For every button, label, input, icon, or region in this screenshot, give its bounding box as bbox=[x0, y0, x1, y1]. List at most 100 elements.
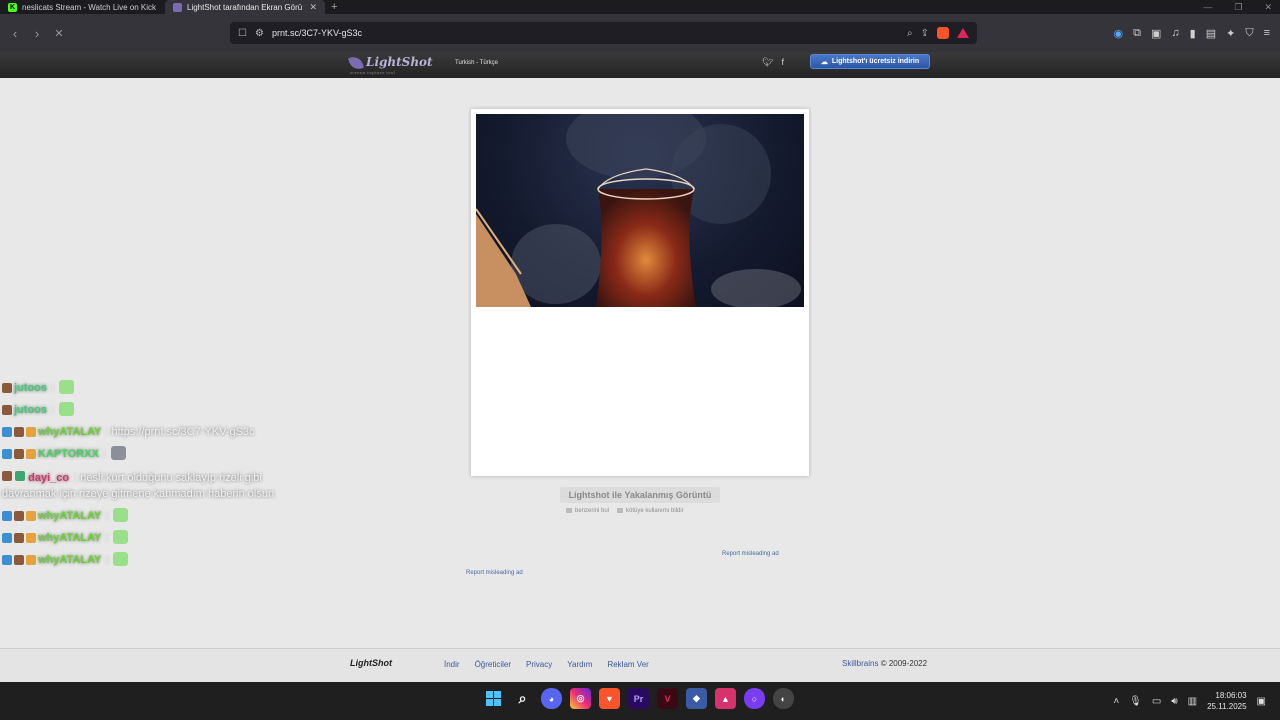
close-tab-icon[interactable]: ✕ bbox=[309, 2, 317, 13]
back-icon[interactable]: ‹ bbox=[4, 26, 26, 41]
emote-icon bbox=[113, 530, 129, 544]
facebook-icon[interactable]: f bbox=[781, 57, 784, 68]
badge-icon bbox=[2, 511, 12, 521]
screenshot-caption: Lightshot ile Yakalanmış Görüntü bbox=[560, 487, 720, 503]
toolbar-actions: ◉ ⧉ ▣ ♫ ▮ ▤ ✦ ⛉ ≡ bbox=[1114, 14, 1270, 52]
chat-message: jutoos : bbox=[2, 380, 302, 396]
volume-icon[interactable]: 🔊︎ bbox=[1171, 696, 1177, 707]
battery-icon[interactable]: ▥ bbox=[1188, 696, 1197, 707]
report-ad-link[interactable]: Report misleading ad bbox=[722, 551, 779, 557]
download-button[interactable]: ☁ Lightshot'ı ücretsiz indirin bbox=[810, 54, 930, 69]
chat-text: : bbox=[51, 382, 55, 394]
taskbar-apps: ⌕ ◕ ◎ ▼ Pr V ◆ ▲ ○ ◐ bbox=[483, 688, 794, 709]
app-icon[interactable]: ○ bbox=[744, 688, 765, 709]
feather-icon bbox=[347, 53, 365, 72]
chat-text: : bbox=[105, 532, 109, 544]
media-icon[interactable]: ♫ bbox=[1171, 27, 1179, 39]
chevron-up-icon[interactable]: ˄ bbox=[1113, 696, 1119, 707]
brave-icon[interactable]: ▼ bbox=[599, 688, 620, 709]
lightshot-logo[interactable]: LightShot screen capture tool bbox=[347, 53, 433, 75]
badge-icon bbox=[26, 533, 36, 543]
search-icon[interactable]: ⌕ bbox=[512, 688, 533, 709]
stop-icon[interactable]: ✕ bbox=[48, 27, 70, 40]
leo-ai-icon[interactable]: ✦ bbox=[1226, 27, 1235, 40]
brave-rewards-icon[interactable] bbox=[957, 28, 969, 38]
language-selector[interactable]: Turkish - Türkçe bbox=[452, 58, 501, 68]
bookmark-icon[interactable]: ☐ bbox=[238, 28, 247, 39]
badge-icon bbox=[14, 511, 24, 521]
chat-message: dayi_co : nesli kürt olduğunu saklayıp r… bbox=[2, 468, 302, 502]
twitter-icon[interactable]: 🐦︎ bbox=[762, 57, 773, 68]
chat-message: whyATALAY : https://prnt.sc/3C7-YKV-gS3c bbox=[2, 424, 302, 440]
instagram-icon[interactable]: ◎ bbox=[570, 688, 591, 709]
network-icon[interactable]: ▭ bbox=[1152, 696, 1161, 707]
restore-icon[interactable]: ❐ bbox=[1234, 2, 1242, 13]
valorant-icon[interactable]: V bbox=[657, 688, 678, 709]
chat-message: KAPTORXX : bbox=[2, 446, 302, 462]
chat-message: whyATALAY : bbox=[2, 530, 302, 546]
footer-link-advertise[interactable]: Reklam Ver bbox=[607, 660, 648, 669]
footer-link-help[interactable]: Yardım bbox=[567, 660, 592, 669]
tab-lightshot[interactable]: LightShot tarafından Ekran Görü ✕ bbox=[165, 0, 325, 14]
badge-icon bbox=[2, 427, 12, 437]
badge-icon bbox=[14, 555, 24, 565]
wallet-icon[interactable]: ▤ bbox=[1206, 27, 1216, 40]
tab-strip: K neslicats Stream - Watch Live on Kick … bbox=[0, 0, 1280, 14]
minimize-icon[interactable]: — bbox=[1203, 2, 1212, 12]
discord-icon[interactable]: ◕ bbox=[541, 688, 562, 709]
report-ad-link[interactable]: Report misleading ad bbox=[466, 570, 523, 576]
copyright: Skillbrains © 2009-2022 bbox=[842, 659, 928, 668]
address-bar[interactable]: ☐ ⚙ prnt.sc/3C7-YKV-gS3c ⌕ ⇪ bbox=[230, 22, 977, 44]
window-controls: — ❐ ✕ bbox=[1203, 0, 1272, 14]
app-icon[interactable]: ◆ bbox=[686, 688, 707, 709]
close-window-icon[interactable]: ✕ bbox=[1264, 2, 1272, 13]
brave-shields-icon[interactable] bbox=[937, 27, 949, 39]
find-similar-link[interactable]: benzerini bul bbox=[566, 508, 609, 514]
start-icon[interactable] bbox=[483, 688, 504, 709]
forward-icon[interactable]: › bbox=[26, 26, 48, 41]
screenshot-icon[interactable]: ▣ bbox=[1151, 27, 1161, 40]
system-tray: ˄ 🎙︎ ▭ 🔊︎ ▥ 18:06:03 25.11.2025 ▣ bbox=[1113, 690, 1266, 712]
badge-icon bbox=[2, 383, 12, 393]
badge-icon bbox=[26, 511, 36, 521]
site-settings-icon[interactable]: ⚙ bbox=[255, 28, 264, 39]
lightshot-page: LightShot screen capture tool Turkish - … bbox=[0, 52, 1280, 682]
emote-icon bbox=[113, 552, 129, 566]
chat-text: : bbox=[102, 448, 106, 460]
badge-icon bbox=[14, 449, 24, 459]
clock[interactable]: 18:06:03 25.11.2025 bbox=[1207, 690, 1246, 712]
notification-icon[interactable]: ▣ bbox=[1257, 696, 1266, 707]
lightshot-icon bbox=[173, 2, 182, 12]
menu-icon[interactable]: ≡ bbox=[1264, 27, 1270, 39]
extensions-icon[interactable]: ⧉ bbox=[1133, 27, 1141, 40]
zoom-icon[interactable]: ⌕ bbox=[907, 28, 913, 39]
report-abuse-link[interactable]: kötüye kullanımı bildir bbox=[617, 508, 684, 514]
new-tab-button[interactable]: + bbox=[325, 1, 343, 13]
badge-icon bbox=[15, 471, 26, 481]
url-text[interactable]: prnt.sc/3C7-YKV-gS3c bbox=[272, 28, 899, 38]
image-actions: benzerini bul kötüye kullanımı bildir bbox=[566, 508, 684, 514]
chat-username: jutoos bbox=[14, 404, 47, 416]
footer: LightShot İndir Öğreticiler Privacy Yard… bbox=[0, 648, 1280, 682]
footer-link-tutorials[interactable]: Öğreticiler bbox=[475, 660, 511, 669]
microphone-icon[interactable]: 🎙︎ bbox=[1129, 696, 1142, 707]
tab-kick[interactable]: K neslicats Stream - Watch Live on Kick bbox=[0, 0, 165, 14]
screenshot-frame bbox=[471, 109, 809, 476]
chat-message: whyATALAY : bbox=[2, 508, 302, 524]
screenshot-image[interactable] bbox=[476, 114, 804, 307]
badge-icon bbox=[26, 449, 36, 459]
audio-playing-icon[interactable]: ◉ bbox=[1114, 27, 1124, 40]
sidebar-icon[interactable]: ▮ bbox=[1190, 27, 1196, 40]
app-icon[interactable]: ▲ bbox=[715, 688, 736, 709]
footer-logo[interactable]: LightShot bbox=[350, 658, 392, 668]
vpn-icon[interactable]: ⛉ bbox=[1245, 27, 1253, 40]
obs-icon[interactable]: ◐ bbox=[773, 688, 794, 709]
footer-link-privacy[interactable]: Privacy bbox=[526, 660, 552, 669]
chat-message: whyATALAY : bbox=[2, 552, 302, 568]
premiere-icon[interactable]: Pr bbox=[628, 688, 649, 709]
footer-link-download[interactable]: İndir bbox=[444, 660, 460, 669]
share-icon[interactable]: ⇪ bbox=[921, 28, 929, 39]
skillbrains-link[interactable]: Skillbrains bbox=[842, 659, 878, 668]
tower-photo bbox=[476, 114, 801, 307]
kick-icon: K bbox=[8, 2, 17, 12]
